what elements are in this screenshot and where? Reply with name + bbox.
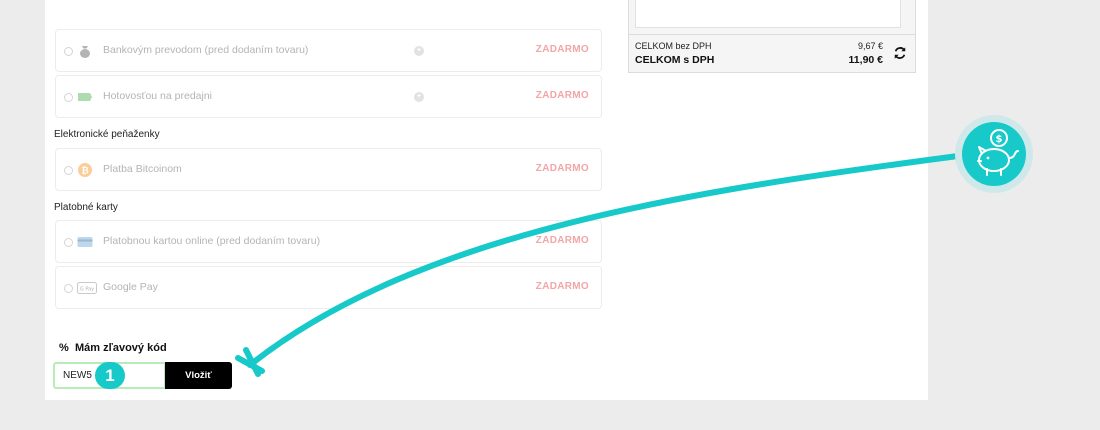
payment-price: ZADARMO bbox=[535, 90, 589, 101]
piggy-bank-icon: $ bbox=[955, 115, 1033, 193]
payment-label: Google Pay bbox=[103, 281, 158, 293]
total-without-vat-value: 9,67 € bbox=[857, 41, 883, 51]
discount-code-title: % Mám zľavový kód bbox=[59, 342, 167, 354]
credit-card-icon bbox=[77, 237, 93, 247]
bitcoin-icon: ₿ bbox=[78, 163, 92, 177]
google-pay-icon: G Pay bbox=[77, 282, 97, 294]
payment-label: Platba Bitcoinom bbox=[103, 163, 182, 175]
payment-price: ZADARMO bbox=[535, 235, 589, 246]
svg-text:₿: ₿ bbox=[81, 166, 88, 177]
radio-card-online[interactable] bbox=[64, 238, 73, 247]
payment-price: ZADARMO bbox=[535, 163, 589, 174]
summary-note-field[interactable] bbox=[635, 0, 901, 28]
order-summary: CELKOM bez DPH 9,67 € CELKOM s DPH 11,90… bbox=[628, 0, 916, 73]
banknote-icon bbox=[78, 93, 92, 101]
svg-text:$: $ bbox=[996, 134, 1003, 145]
payment-label: Hotovosťou na predajni bbox=[103, 90, 213, 102]
percent-icon: % bbox=[59, 342, 69, 354]
info-icon[interactable]: + bbox=[414, 46, 424, 56]
payment-label: Bankovým prevodom (pred dodaním tovaru) bbox=[103, 44, 309, 56]
step-badge: 1 bbox=[95, 362, 125, 389]
money-bag-icon bbox=[80, 46, 90, 58]
payment-label: Platobnou kartou online (pred dodaním to… bbox=[103, 235, 321, 247]
payment-price: ZADARMO bbox=[535, 44, 589, 55]
summary-divider bbox=[629, 34, 915, 35]
radio-bitcoin[interactable] bbox=[64, 166, 73, 175]
payment-option-bank-transfer[interactable]: Bankovým prevodom (pred dodaním tovaru) … bbox=[55, 29, 602, 72]
refresh-icon[interactable] bbox=[893, 46, 907, 60]
section-heading-cards: Platobné karty bbox=[54, 202, 118, 213]
total-with-vat-value: 11,90 € bbox=[848, 54, 883, 66]
discount-title-text: Mám zľavový kód bbox=[75, 342, 167, 354]
radio-cash[interactable] bbox=[64, 93, 73, 102]
payment-option-card-online[interactable]: Platobnou kartou online (pred dodaním to… bbox=[55, 220, 602, 263]
radio-bank-transfer[interactable] bbox=[64, 47, 73, 56]
total-with-vat-label: CELKOM s DPH bbox=[635, 54, 715, 66]
google-pay-mark: G Pay bbox=[80, 287, 94, 293]
section-heading-wallets: Elektronické peňaženky bbox=[54, 129, 160, 140]
total-without-vat-label: CELKOM bez DPH bbox=[635, 41, 712, 51]
payment-option-cash[interactable]: Hotovosťou na predajni + ZADARMO bbox=[55, 75, 602, 118]
payment-option-google-pay[interactable]: G Pay Google Pay ZADARMO bbox=[55, 266, 602, 309]
radio-google-pay[interactable] bbox=[64, 284, 73, 293]
payment-option-bitcoin[interactable]: ₿ Platba Bitcoinom ZADARMO bbox=[55, 148, 602, 191]
apply-discount-button[interactable]: Vložiť bbox=[165, 362, 232, 389]
payment-price: ZADARMO bbox=[535, 281, 589, 292]
info-icon[interactable]: + bbox=[414, 92, 424, 102]
